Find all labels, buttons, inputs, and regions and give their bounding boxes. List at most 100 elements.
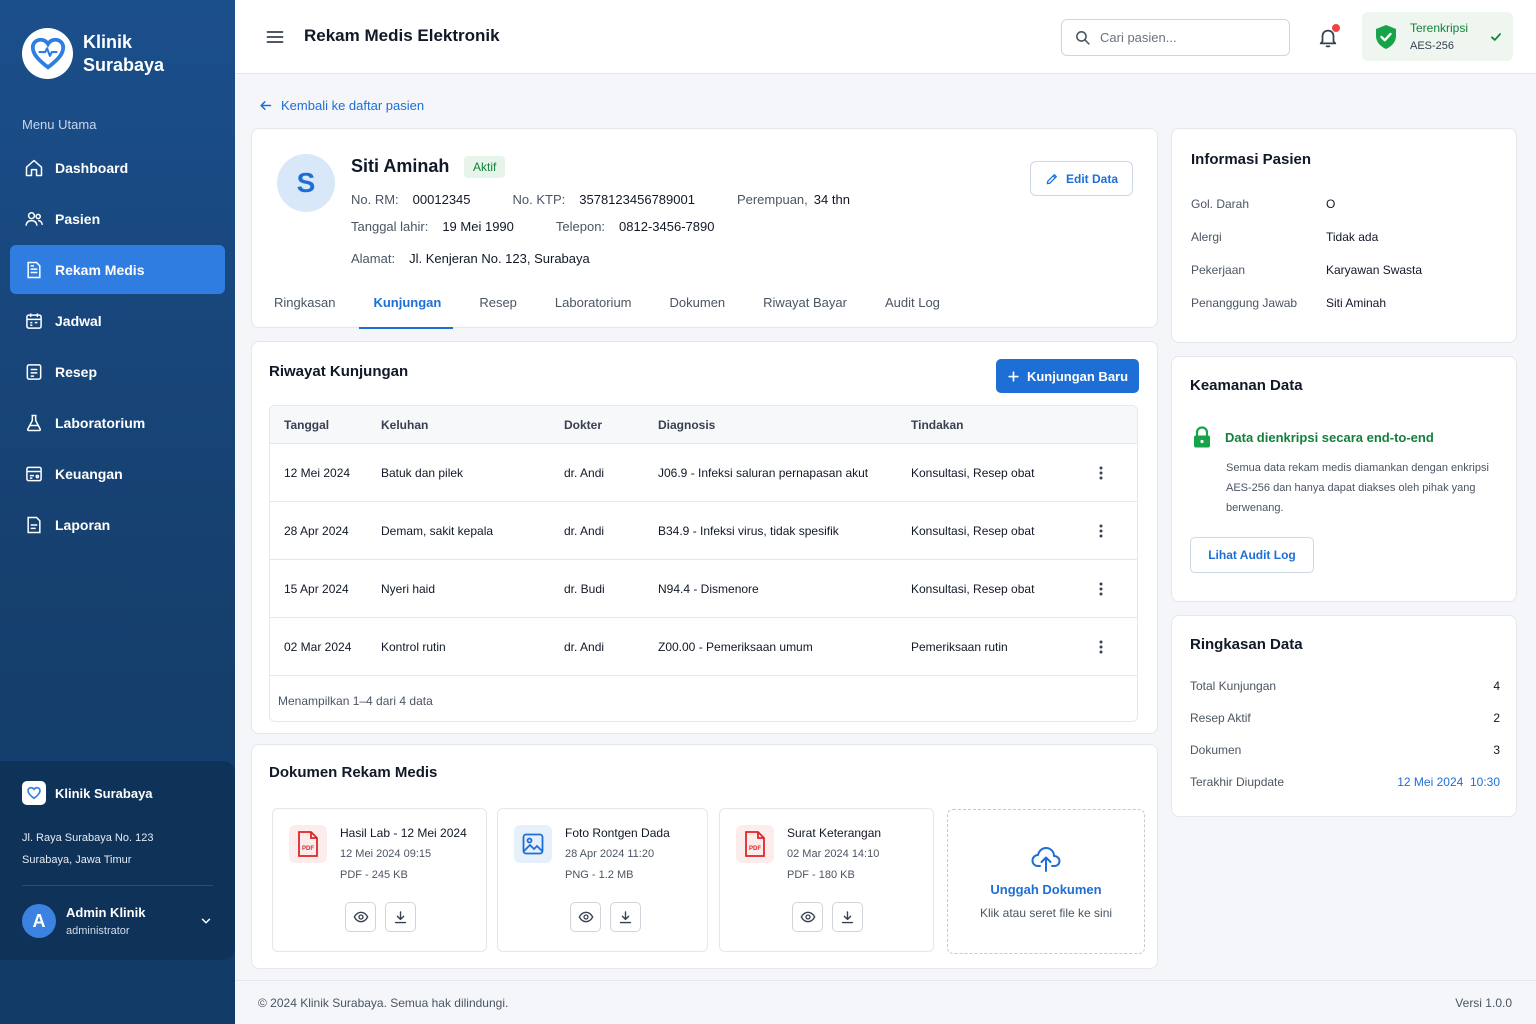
- document-name: Hasil Lab - 12 Mei 2024: [340, 826, 467, 840]
- encryption-badge[interactable]: Terenkripsi AES-256: [1362, 12, 1513, 61]
- document-item[interactable]: Foto Rontgen Dada 28 Apr 2024 11:20 PNG …: [497, 808, 708, 952]
- summary-key: Dokumen: [1190, 743, 1242, 757]
- cell-doctor: dr. Budi: [564, 581, 605, 596]
- more-vertical-icon[interactable]: [1081, 524, 1121, 538]
- sidebar-item-label: Keuangan: [55, 465, 123, 482]
- sidebar: Klinik Surabaya Menu Utama Dashboard Pas…: [0, 0, 235, 1024]
- cell-complaint: Batuk dan pilek: [381, 465, 464, 480]
- column-header[interactable]: Keluhan: [381, 418, 564, 432]
- chevron-down-icon[interactable]: [199, 914, 213, 928]
- tab-kunjungan[interactable]: Kunjungan: [359, 289, 454, 329]
- user-menu[interactable]: A Admin Klinik administrator: [22, 904, 213, 938]
- back-link[interactable]: Kembali ke daftar pasien: [258, 98, 424, 113]
- svg-text:PDF: PDF: [302, 846, 314, 852]
- clinic-address-line1: Jl. Raya Surabaya No. 123: [22, 832, 154, 844]
- summary-key: Terakhir Diupdate: [1190, 775, 1285, 789]
- svg-text:PDF: PDF: [749, 846, 761, 852]
- hamburger-menu-icon[interactable]: [265, 27, 285, 47]
- tab-dokumen[interactable]: Dokumen: [670, 289, 726, 329]
- clinic-name: Klinik Surabaya: [55, 785, 153, 801]
- patient-address-line: Alamat: Jl. Kenjeran No. 123, Surabaya: [351, 251, 632, 266]
- table-row[interactable]: 02 Mar 2024 Kontrol rutin dr. Andi Z00.0…: [270, 618, 1137, 676]
- download-icon[interactable]: [832, 902, 863, 932]
- upload-subtitle: Klik atau seret file ke sini: [979, 906, 1113, 920]
- column-header[interactable]: Dokter: [564, 418, 658, 432]
- pencil-icon: [1045, 172, 1059, 186]
- info-key: Alergi: [1191, 230, 1222, 244]
- back-link-label: Kembali ke daftar pasien: [281, 98, 425, 113]
- age-value: 34 thn: [813, 192, 850, 207]
- table-footer: Menampilkan 1–4 dari 4 data: [278, 694, 433, 708]
- security-description: Semua data rekam medis diamankan dengan …: [1226, 462, 1489, 514]
- menu-title: Menu Utama: [22, 117, 97, 132]
- column-header[interactable]: Tindakan: [911, 418, 1081, 432]
- summary-row: Dokumen 3: [1190, 743, 1500, 757]
- document-item[interactable]: PDF Surat Keterangan 02 Mar 2024 14:10 P…: [719, 808, 934, 952]
- summary-title: Ringkasan Data: [1190, 636, 1303, 653]
- patient-tabs: Ringkasan Kunjungan Resep Laboratorium D…: [252, 289, 1157, 329]
- patient-contact-line: Tanggal lahir: 19 Mei 1990 Telepon: 0812-3…: [351, 219, 756, 234]
- arrow-left-icon: [258, 98, 273, 113]
- security-card: Keamanan Data Data dienkripsi secara end…: [1171, 356, 1517, 602]
- sidebar-item-label: Dashboard: [55, 159, 129, 176]
- document-item[interactable]: PDF Hasil Lab - 12 Mei 2024 12 Mei 2024 …: [272, 808, 487, 952]
- topbar: Rekam Medis Elektronik Terenkripsi AES-2…: [235, 0, 1536, 74]
- document-name: Surat Keterangan: [787, 826, 882, 840]
- patient-info-card: Informasi Pasien Gol. Darah O Alergi Tidak…: [1171, 128, 1517, 343]
- tab-riwayat-bayar[interactable]: Riwayat Bayar: [763, 289, 847, 329]
- sidebar-item-dashboard[interactable]: Dashboard: [10, 143, 225, 192]
- info-row: Penanggung Jawab Siti Aminah: [1191, 296, 1386, 310]
- table-row[interactable]: 12 Mei 2024 Batuk dan pilek dr. Andi J06…: [270, 444, 1137, 502]
- prescription-icon: [23, 361, 45, 383]
- more-vertical-icon[interactable]: [1081, 466, 1121, 480]
- check-icon: [1489, 30, 1503, 44]
- eye-icon[interactable]: [570, 902, 601, 932]
- edit-data-button[interactable]: Edit Data: [1030, 161, 1133, 196]
- document-meta: PNG - 1.2 MB: [565, 869, 634, 881]
- cell-diagnosis: J06.9 - Infeksi saluran pernapasan akut: [658, 465, 869, 480]
- search-input[interactable]: [1100, 30, 1270, 45]
- search-box[interactable]: [1061, 19, 1290, 56]
- more-vertical-icon[interactable]: [1081, 582, 1121, 596]
- summary-row: Total Kunjungan 4: [1190, 679, 1500, 693]
- eye-icon[interactable]: [792, 902, 823, 932]
- address-value: Jl. Kenjeran No. 123, Surabaya: [409, 251, 590, 266]
- tab-audit-log[interactable]: Audit Log: [885, 289, 940, 329]
- copyright: © 2024 Klinik Surabaya. Semua hak dilind…: [258, 996, 509, 1010]
- pdf-file-icon: PDF: [289, 825, 327, 863]
- wallet-icon: [23, 463, 45, 485]
- cell-date: 15 Apr 2024: [284, 581, 349, 596]
- tab-resep[interactable]: Resep: [479, 289, 517, 329]
- tab-laboratorium[interactable]: Laboratorium: [555, 289, 632, 329]
- cell-diagnosis: Z00.00 - Pemeriksaan umum: [658, 639, 813, 654]
- cell-date: 12 Mei 2024: [284, 465, 351, 480]
- clinic-address-line2: Surabaya, Jawa Timur: [22, 854, 132, 866]
- cell-action: Konsultasi, Resep obat: [911, 523, 1035, 538]
- column-header[interactable]: Diagnosis: [658, 418, 911, 432]
- table-row[interactable]: 15 Apr 2024 Nyeri haid dr. Budi N94.4 - …: [270, 560, 1137, 618]
- sidebar-item-jadwal[interactable]: Jadwal: [10, 296, 225, 345]
- sidebar-item-rekam-medis[interactable]: Rekam Medis: [10, 245, 225, 294]
- download-icon[interactable]: [610, 902, 641, 932]
- eye-icon[interactable]: [345, 902, 376, 932]
- upload-dropzone[interactable]: Unggah Dokumen Klik atau seret file ke s…: [947, 809, 1145, 954]
- sidebar-item-keuangan[interactable]: Keuangan: [10, 449, 225, 498]
- sidebar-item-resep[interactable]: Resep: [10, 347, 225, 396]
- view-audit-log-button[interactable]: Lihat Audit Log: [1190, 537, 1314, 573]
- more-vertical-icon[interactable]: [1081, 640, 1121, 654]
- lock-icon: [1192, 426, 1212, 448]
- document-name: Foto Rontgen Dada: [565, 826, 670, 840]
- page-title: Rekam Medis Elektronik: [304, 26, 500, 45]
- tab-ringkasan[interactable]: Ringkasan: [274, 289, 335, 329]
- column-header[interactable]: Tanggal: [270, 418, 381, 432]
- download-icon[interactable]: [385, 902, 416, 932]
- summary-card: Ringkasan Data Total Kunjungan 4 Resep Ak…: [1171, 615, 1517, 817]
- cell-action: Pemeriksaan rutin: [911, 639, 1008, 654]
- new-visit-button[interactable]: Kunjungan Baru: [996, 359, 1139, 393]
- table-row[interactable]: 28 Apr 2024 Demam, sakit kepala dr. Andi…: [270, 502, 1137, 560]
- summary-value: 4: [1493, 679, 1500, 693]
- sidebar-item-laporan[interactable]: Laporan: [10, 500, 225, 549]
- sidebar-item-laboratorium[interactable]: Laboratorium: [10, 398, 225, 447]
- sidebar-item-pasien[interactable]: Pasien: [10, 194, 225, 243]
- brand[interactable]: Klinik Surabaya: [22, 28, 164, 79]
